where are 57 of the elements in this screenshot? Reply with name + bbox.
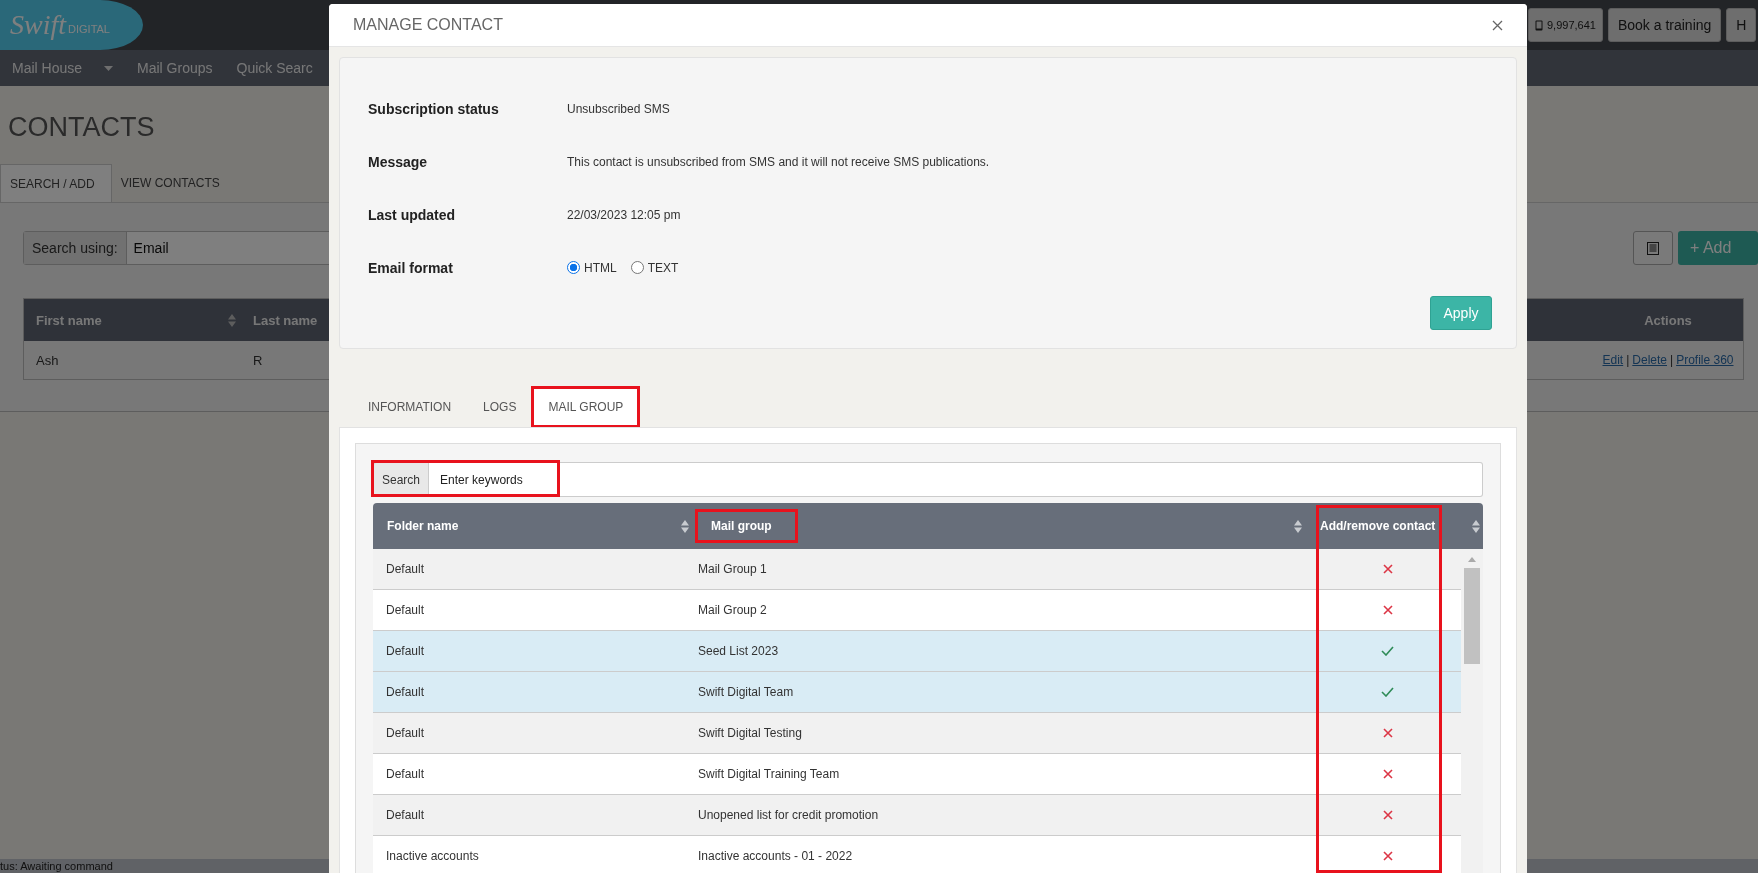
header-button[interactable]: Book a training (1607, 8, 1722, 42)
table-cell: Default (386, 767, 425, 781)
field-label: Email format (368, 259, 454, 276)
action-link[interactable]: Edit (1602, 353, 1624, 367)
tab[interactable]: INFORMATION (352, 387, 468, 427)
nav-item[interactable]: Mail House (0, 50, 126, 86)
field-value: This contact is unsubscribed from SMS and it will not receive SMS publications. (567, 154, 990, 169)
radio-option[interactable]: HTML (567, 260, 617, 275)
action-link[interactable]: Profile 360 (1676, 353, 1734, 367)
tab[interactable]: LOGS (467, 387, 533, 427)
logo-script: Swift (10, 9, 66, 41)
action-link[interactable]: Delete (1632, 353, 1667, 367)
nav-item[interactable]: Quick Searc (224, 50, 325, 86)
column-header[interactable]: First name (36, 312, 102, 328)
table-cell: Seed List 2023 (698, 644, 779, 658)
table-cell: Swift Digital Training Team (698, 767, 840, 781)
table-cell: Ash (36, 352, 59, 368)
separator: | (1626, 353, 1630, 367)
column-header[interactable]: Folder name (384, 509, 475, 543)
tab[interactable]: MAIL GROUP (532, 387, 640, 427)
column-header[interactable]: Add/remove contact (1317, 509, 1440, 543)
status-text: tus: Awaiting command (0, 860, 113, 872)
column-header[interactable]: Actions (1644, 312, 1692, 328)
column-header[interactable]: Mail group (695, 509, 798, 543)
field-label: Last updated (368, 206, 457, 223)
table-cell: Mail Group 2 (698, 603, 767, 617)
column-header[interactable]: Last name (253, 312, 318, 328)
table-cell: Unopened list for credit promotion (698, 808, 879, 822)
table-cell: Swift Digital Testing (698, 726, 802, 740)
table-cell: Default (386, 685, 425, 699)
table-cell: Default (386, 808, 425, 822)
table-cell: Default (386, 644, 425, 658)
table-cell: Default (386, 726, 425, 740)
tab[interactable]: VIEW CONTACTS (111, 164, 236, 202)
header-button[interactable]: H (1726, 8, 1757, 42)
add-button[interactable]: + Add (1678, 231, 1758, 265)
apply-button[interactable]: Apply (1430, 296, 1492, 330)
table-cell: Inactive accounts (386, 849, 479, 863)
table-cell: Inactive accounts - 01 - 2022 (698, 849, 853, 863)
field-value: 22/03/2023 12:05 pm (567, 207, 681, 222)
dialog-title: MANAGE CONTACT (353, 16, 503, 34)
nav-item[interactable]: Mail Groups (125, 50, 225, 86)
page-title: CONTACTS (7, 111, 155, 144)
logo-word: DIGITAL (68, 23, 110, 35)
table-cell: Swift Digital Team (698, 685, 794, 699)
radio-option[interactable]: TEXT (630, 260, 679, 275)
tab[interactable]: SEARCH / ADD (0, 164, 112, 202)
sms-credits-button[interactable]: 9,997,641 (1528, 8, 1603, 42)
table-cell: Default (386, 562, 425, 576)
field-label: Message (368, 153, 429, 170)
table-cell: Mail Group 1 (698, 562, 767, 576)
table-cell: R (253, 352, 263, 368)
search-field[interactable]: Enter keywords (429, 462, 1483, 497)
table-cell: Default (386, 603, 425, 617)
field-label: Subscription status (368, 100, 500, 117)
separator: | (1670, 353, 1674, 367)
field-value: Unsubscribed SMS (567, 101, 670, 116)
